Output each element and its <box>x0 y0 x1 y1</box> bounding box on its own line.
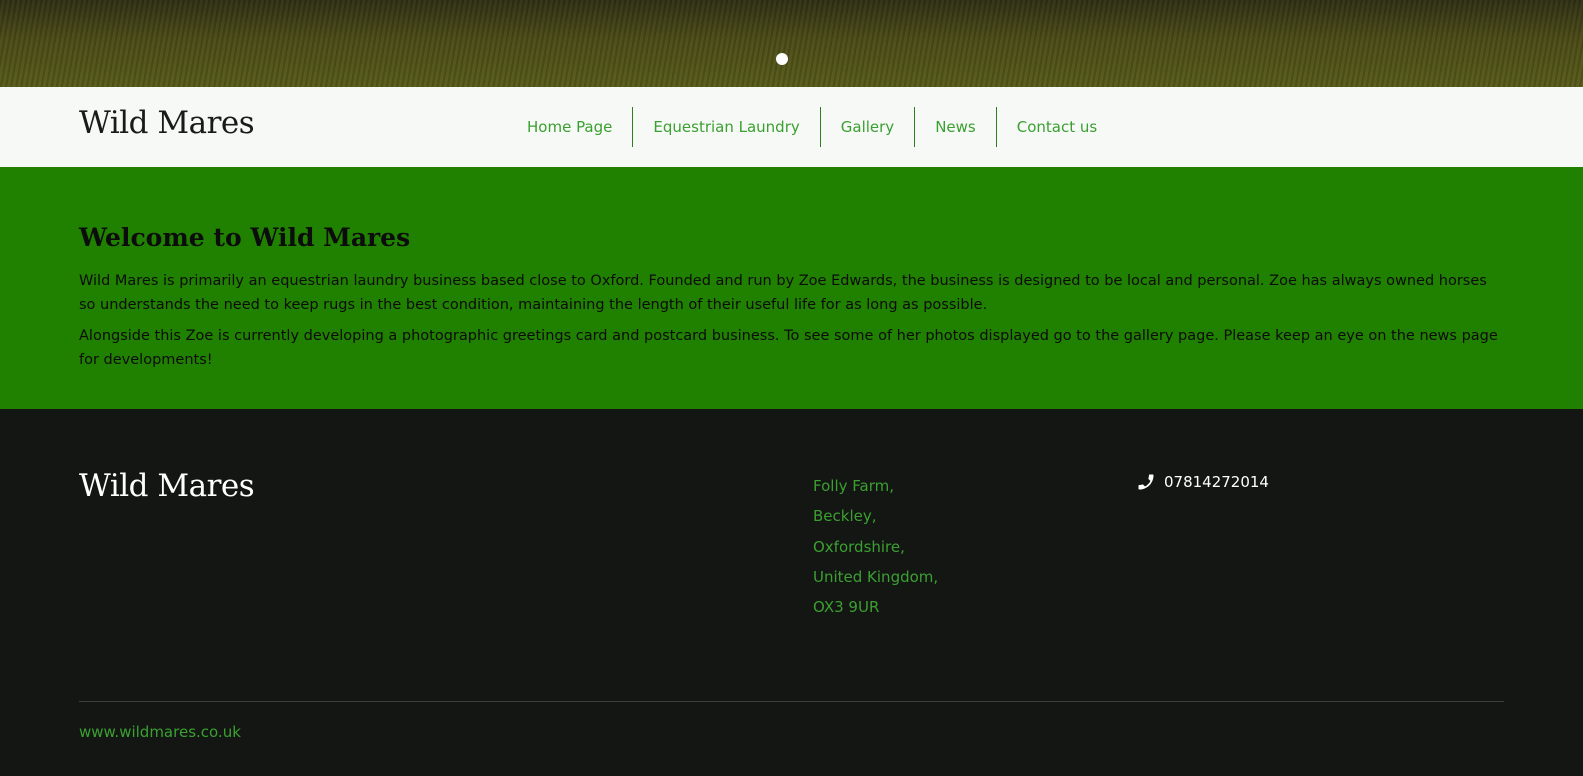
phone-number[interactable]: 07814272014 <box>1164 473 1269 491</box>
footer-title: Wild Mares <box>79 468 255 504</box>
site-footer: Wild Mares Folly Farm, Beckley, Oxfordsh… <box>0 409 1583 776</box>
phone-icon <box>1136 472 1156 492</box>
nav-equestrian-laundry[interactable]: Equestrian Laundry <box>632 107 819 147</box>
nav-gallery[interactable]: Gallery <box>819 107 914 147</box>
footer-divider <box>79 701 1504 702</box>
footer-phone: 07814272014 <box>1136 471 1269 493</box>
footer-address: Folly Farm, Beckley, Oxfordshire, United… <box>813 471 938 622</box>
main-nav: Home Page Equestrian Laundry Gallery New… <box>507 107 1117 147</box>
address-line: United Kingdom, <box>813 567 939 586</box>
site-title: Wild Mares <box>79 105 255 141</box>
address-line: Oxfordshire, <box>813 537 905 556</box>
footer-website-link[interactable]: www.wildmares.co.uk <box>79 723 241 741</box>
address-line: OX3 9UR <box>813 598 880 617</box>
welcome-paragraph-2: Alongside this Zoe is currently developi… <box>79 328 1498 368</box>
nav-home-page[interactable]: Home Page <box>507 107 632 147</box>
site-header: Wild Mares Home Page Equestrian Laundry … <box>0 87 1583 167</box>
welcome-section: Welcome to Wild Mares Wild Mares is prim… <box>0 167 1583 409</box>
slide-indicator-dot[interactable] <box>776 53 788 65</box>
welcome-heading: Welcome to Wild Mares <box>79 223 411 252</box>
nav-contact-us[interactable]: Contact us <box>995 107 1117 147</box>
address-line: Folly Farm, <box>813 477 894 495</box>
hero-banner <box>0 0 1583 87</box>
welcome-paragraph-1: Wild Mares is primarily an equestrian la… <box>79 273 1487 313</box>
address-line: Beckley, <box>813 507 877 526</box>
nav-news[interactable]: News <box>914 107 996 147</box>
